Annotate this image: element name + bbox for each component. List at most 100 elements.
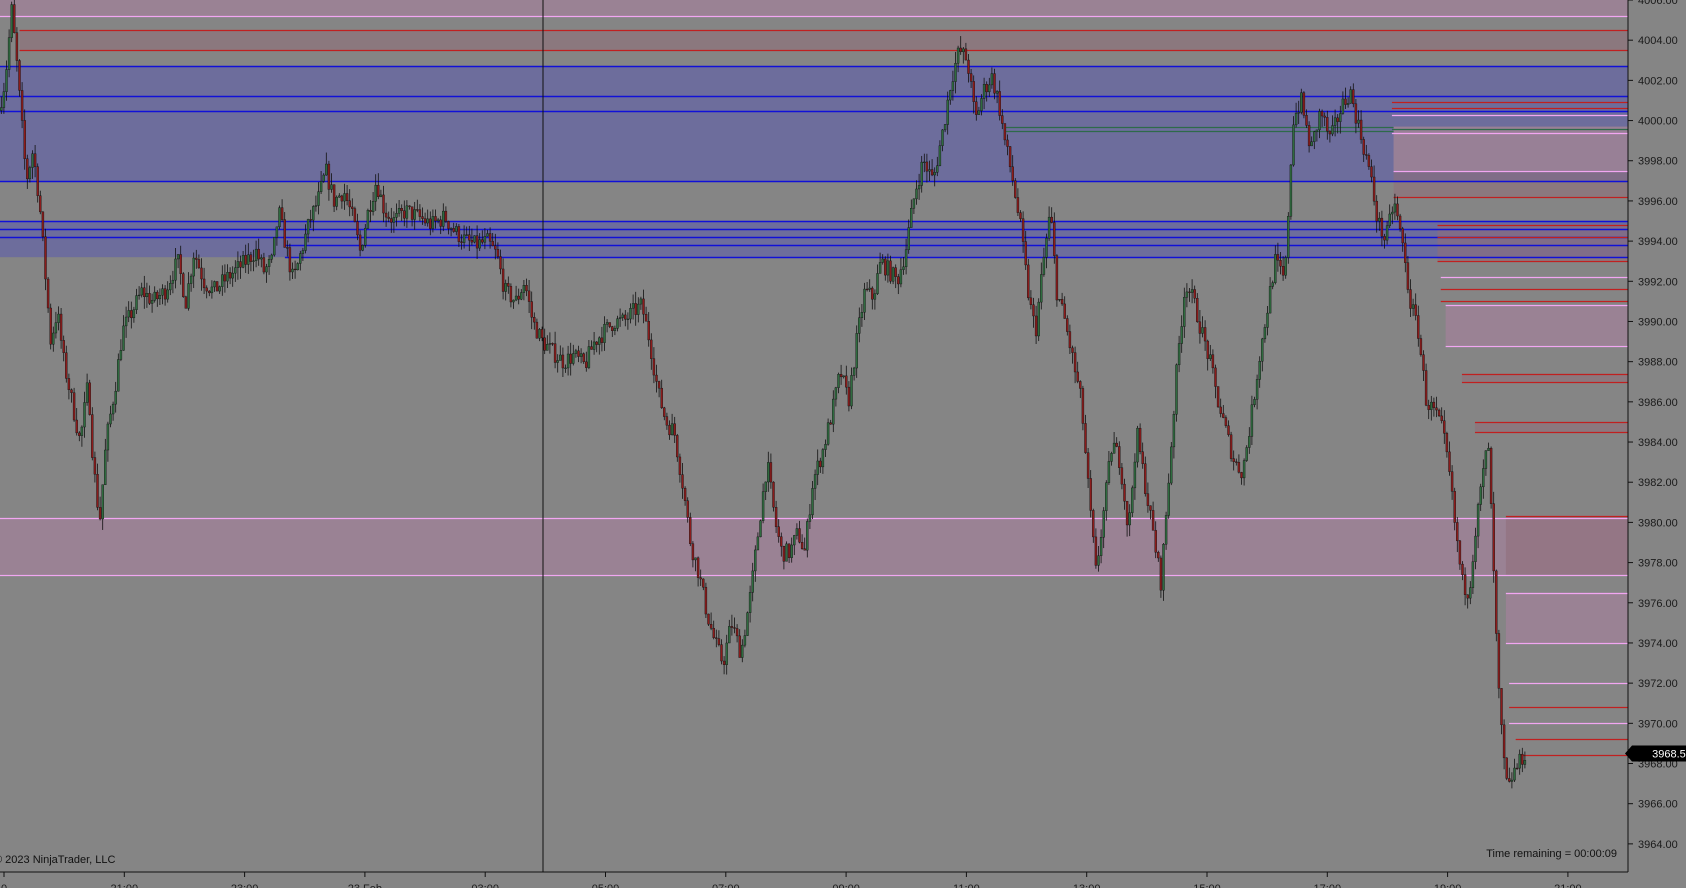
bear-candle xyxy=(1521,753,1524,765)
time-tick-label: 17:00 xyxy=(1314,883,1342,888)
price-tick-label: 3992.00 xyxy=(1638,276,1678,288)
bear-candle xyxy=(712,628,715,638)
bull-candle xyxy=(176,254,180,260)
price-tick-label: 3996.00 xyxy=(1638,196,1678,208)
bull-candle xyxy=(1388,213,1391,226)
bull-candle xyxy=(556,360,559,363)
bull-candle xyxy=(2,91,6,108)
bull-candle xyxy=(923,161,926,163)
bull-candle xyxy=(473,235,476,243)
price-tick-label: 3972.00 xyxy=(1638,678,1678,690)
bull-candle xyxy=(637,303,640,315)
bear-candle xyxy=(1328,130,1332,135)
time-tick-label: 13:00 xyxy=(1073,883,1101,888)
bull-candle xyxy=(379,194,383,197)
bull-candle xyxy=(1393,203,1397,213)
bear-candle xyxy=(1068,331,1072,349)
bear-candle xyxy=(215,281,219,292)
bear-candle xyxy=(1024,241,1027,266)
bear-candle xyxy=(1094,536,1098,566)
bull-candle xyxy=(832,398,835,425)
bear-candle xyxy=(657,381,661,389)
bear-candle xyxy=(184,296,188,309)
bull-candle xyxy=(1378,217,1381,222)
bear-candle xyxy=(382,194,385,214)
bull-candle xyxy=(213,281,216,288)
price-chart[interactable]: 4006.00 4004.00 4002.00 4000.00 3998.00 3996.… xyxy=(0,0,1686,888)
bull-candle xyxy=(904,249,908,268)
bull-candle xyxy=(1518,753,1521,769)
bull-candle xyxy=(1164,515,1168,545)
bull-candle xyxy=(117,359,120,392)
bull-candle xyxy=(1487,447,1490,451)
bull-candle xyxy=(631,303,635,309)
bull-candle xyxy=(1310,141,1313,147)
bear-candle xyxy=(1032,304,1035,317)
bear-candle xyxy=(985,84,988,93)
bear-candle xyxy=(975,101,978,115)
bear-candle xyxy=(384,212,388,218)
bear-candle xyxy=(460,241,463,243)
bear-candle xyxy=(845,375,848,388)
bull-candle xyxy=(1136,427,1139,463)
bear-candle xyxy=(148,293,151,304)
bear-candle xyxy=(88,382,91,415)
bear-candle xyxy=(647,321,650,341)
bull-candle xyxy=(241,255,245,268)
bear-candle xyxy=(865,288,869,291)
bull-candle xyxy=(104,449,107,485)
bear-candle xyxy=(1240,472,1243,479)
bear-candle xyxy=(1383,236,1386,241)
bull-candle xyxy=(1318,111,1321,131)
bear-candle xyxy=(1489,447,1493,504)
bull-candle xyxy=(1105,482,1108,511)
bear-candle xyxy=(673,423,676,436)
bear-candle xyxy=(1066,318,1069,332)
bull-candle xyxy=(1107,461,1111,483)
chart-window: 4006.00 4004.00 4002.00 4000.00 3998.00 3996.… xyxy=(0,0,1686,888)
bear-candle xyxy=(668,424,671,436)
bull-candle xyxy=(1292,124,1295,166)
bear-candle xyxy=(1120,467,1124,485)
bull-candle xyxy=(1102,510,1105,538)
bear-candle xyxy=(683,487,687,501)
bull-candle xyxy=(1357,119,1360,124)
bar-timer-label: Time remaining = 00:00:09 xyxy=(1486,848,1617,860)
bear-candle xyxy=(1445,433,1449,453)
bull-candle xyxy=(296,263,299,271)
bull-candle xyxy=(592,341,596,350)
bull-candle xyxy=(995,91,999,94)
bull-candle xyxy=(366,209,370,229)
price-tick-label: 3994.00 xyxy=(1638,236,1678,248)
bull-candle xyxy=(1482,468,1485,488)
bear-candle xyxy=(1089,478,1092,511)
bear-candle xyxy=(280,207,284,220)
bear-candle xyxy=(600,337,604,343)
bear-candle xyxy=(13,4,16,33)
bull-candle xyxy=(988,84,991,93)
bull-candle xyxy=(371,201,375,212)
red-zone-11 xyxy=(1505,516,1628,575)
bear-candle xyxy=(1118,446,1121,468)
bull-candle xyxy=(928,169,931,172)
bear-candle xyxy=(288,247,292,273)
bull-candle xyxy=(813,474,817,489)
bull-candle xyxy=(793,535,796,546)
bear-candle xyxy=(1029,297,1033,305)
bull-candle xyxy=(520,292,523,300)
bull-candle xyxy=(1128,512,1131,526)
bear-candle xyxy=(410,206,414,220)
bear-candle xyxy=(1370,166,1373,178)
bull-candle xyxy=(1339,113,1342,122)
bull-candle xyxy=(751,570,754,593)
bull-candle xyxy=(189,275,193,284)
bull-candle xyxy=(83,402,86,428)
bear-candle xyxy=(1375,200,1378,222)
bull-candle xyxy=(514,295,518,301)
bull-candle xyxy=(605,322,609,325)
bull-candle xyxy=(247,254,250,265)
bull-candle xyxy=(465,234,468,236)
bear-candle xyxy=(447,221,450,229)
bull-candle xyxy=(746,612,749,636)
bear-candle xyxy=(488,233,492,242)
